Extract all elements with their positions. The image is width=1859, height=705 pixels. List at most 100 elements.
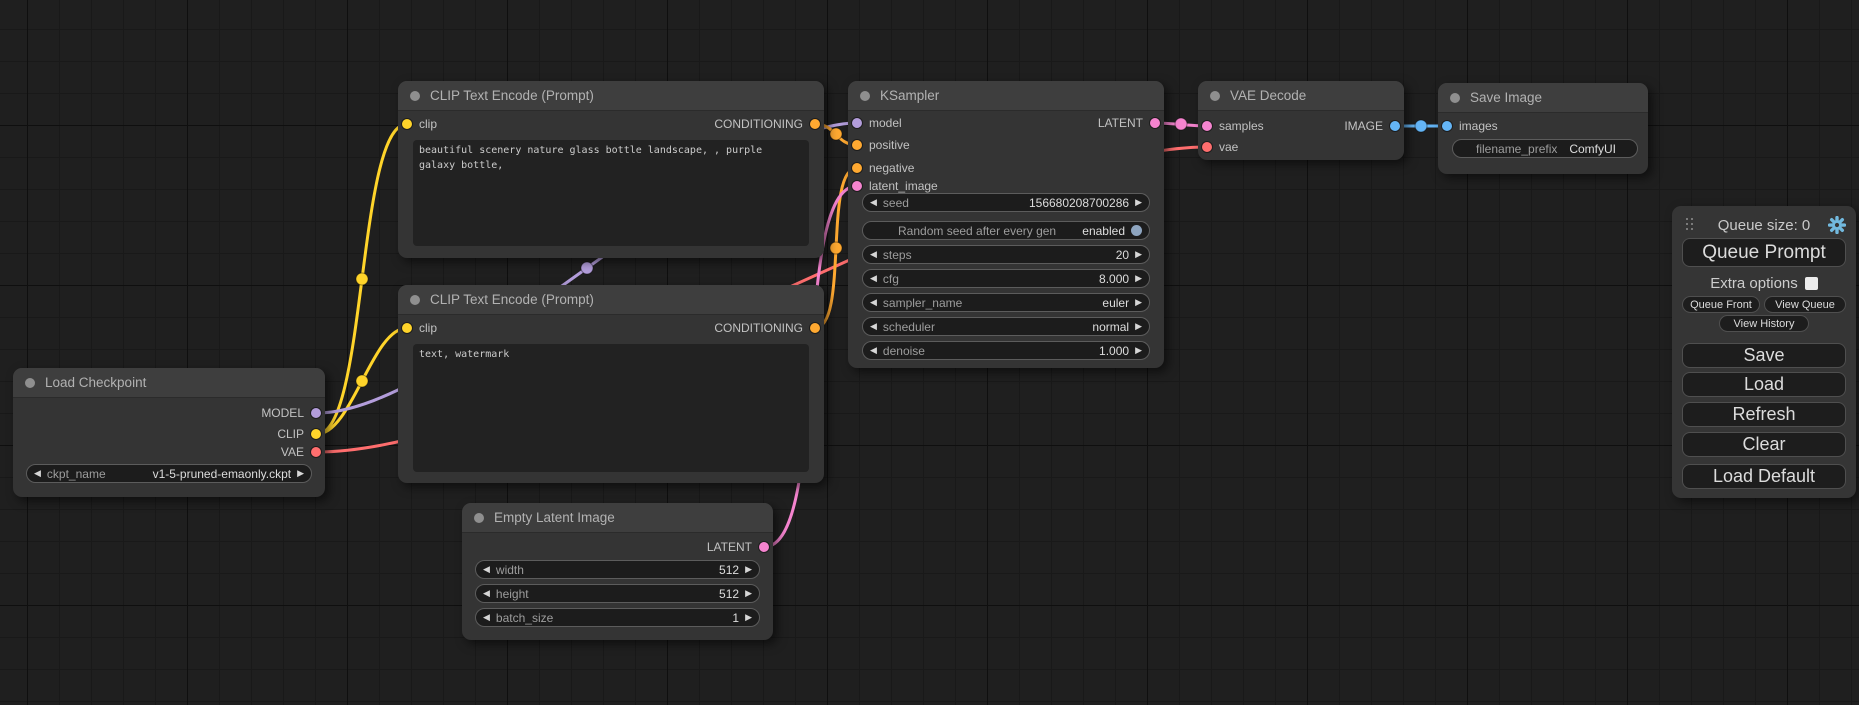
scheduler-widget[interactable]: scheduler normal — [862, 317, 1150, 336]
decrement-arrow-icon[interactable] — [870, 250, 877, 259]
node-vae-decode[interactable]: VAE Decode samples vae IMAGE — [1198, 81, 1404, 160]
collapse-dot-icon[interactable] — [860, 91, 870, 101]
model-output-port[interactable] — [311, 408, 321, 418]
decrement-arrow-icon[interactable] — [870, 298, 877, 307]
link-midpoint-dot — [1415, 120, 1427, 132]
decrement-arrow-icon[interactable] — [870, 346, 877, 355]
toggle-circle-icon[interactable] — [1131, 225, 1142, 236]
node-clip-text-encode-negative[interactable]: CLIP Text Encode (Prompt) clip CONDITION… — [398, 285, 824, 483]
node-save-image[interactable]: Save Image images filename_prefix ComfyU… — [1438, 83, 1648, 174]
increment-arrow-icon[interactable] — [745, 589, 752, 598]
node-clip-text-encode-positive[interactable]: CLIP Text Encode (Prompt) clip CONDITION… — [398, 81, 824, 258]
collapse-dot-icon[interactable] — [474, 513, 484, 523]
queue-front-button[interactable]: Queue Front — [1682, 296, 1760, 313]
images-input-port[interactable] — [1442, 121, 1452, 131]
input-slot-negative: negative — [852, 160, 914, 176]
slot-label: VAE — [281, 445, 304, 459]
slot-label: clip — [419, 321, 437, 335]
load-default-button[interactable]: Load Default — [1682, 464, 1846, 489]
increment-arrow-icon[interactable] — [745, 565, 752, 574]
node-title-bar[interactable]: Empty Latent Image — [462, 503, 773, 533]
decrement-arrow-icon[interactable] — [870, 198, 877, 207]
node-graph-canvas[interactable]: Load Checkpoint MODEL CLIP VAE ckpt_name… — [0, 0, 1859, 705]
increment-arrow-icon[interactable] — [1135, 298, 1142, 307]
input-slot-positive: positive — [852, 137, 910, 153]
decrement-arrow-icon[interactable] — [483, 613, 490, 622]
collapse-dot-icon[interactable] — [1210, 91, 1220, 101]
increment-arrow-icon[interactable] — [1135, 322, 1142, 331]
random-seed-toggle[interactable]: Random seed after every gen enabled — [862, 221, 1150, 240]
queue-prompt-button[interactable]: Queue Prompt — [1682, 238, 1846, 267]
collapse-dot-icon[interactable] — [1450, 93, 1460, 103]
clip-input-port[interactable] — [402, 119, 412, 129]
sampler-name-widget[interactable]: sampler_name euler — [862, 293, 1150, 312]
widget-value: v1-5-pruned-emaonly.ckpt — [153, 467, 292, 481]
output-slot-conditioning: CONDITIONING — [714, 320, 820, 336]
increment-arrow-icon[interactable] — [745, 613, 752, 622]
increment-arrow-icon[interactable] — [1135, 274, 1142, 283]
slot-label: latent_image — [869, 179, 938, 193]
cfg-widget[interactable]: cfg 8.000 — [862, 269, 1150, 288]
positive-input-port[interactable] — [852, 140, 862, 150]
widget-value: 156680208700286 — [1029, 196, 1129, 210]
node-ksampler[interactable]: KSampler model positive negative latent_… — [848, 81, 1164, 368]
decrement-arrow-icon[interactable] — [483, 589, 490, 598]
increment-arrow-icon[interactable] — [1135, 250, 1142, 259]
decrement-arrow-icon[interactable] — [483, 565, 490, 574]
node-title-bar[interactable]: Load Checkpoint — [13, 368, 325, 398]
clip-input-port[interactable] — [402, 323, 412, 333]
denoise-widget[interactable]: denoise 1.000 — [862, 341, 1150, 360]
settings-gear-icon[interactable] — [1828, 216, 1846, 239]
latent-output-port[interactable] — [1150, 118, 1160, 128]
node-title-bar[interactable]: Save Image — [1438, 83, 1648, 113]
increment-arrow-icon[interactable] — [1135, 346, 1142, 355]
width-widget[interactable]: width 512 — [475, 560, 760, 579]
node-title-bar[interactable]: CLIP Text Encode (Prompt) — [398, 81, 824, 111]
widget-label: steps — [883, 248, 912, 262]
seed-widget[interactable]: seed 156680208700286 — [862, 193, 1150, 212]
collapse-dot-icon[interactable] — [410, 295, 420, 305]
extra-options-checkbox[interactable] — [1805, 277, 1818, 290]
prompt-textarea[interactable]: text, watermark — [413, 344, 809, 472]
slot-label: LATENT — [1098, 116, 1143, 130]
conditioning-output-port[interactable] — [810, 119, 820, 129]
samples-input-port[interactable] — [1202, 121, 1212, 131]
prompt-textarea[interactable]: beautiful scenery nature glass bottle la… — [413, 140, 809, 246]
decrement-arrow-icon[interactable] — [870, 322, 877, 331]
ckpt-name-widget[interactable]: ckpt_name v1-5-pruned-emaonly.ckpt — [26, 464, 312, 483]
negative-input-port[interactable] — [852, 163, 862, 173]
drag-handle-icon[interactable] — [1686, 218, 1688, 220]
view-history-button[interactable]: View History — [1719, 315, 1809, 332]
collapse-dot-icon[interactable] — [25, 378, 35, 388]
vae-input-port[interactable] — [1202, 142, 1212, 152]
save-button[interactable]: Save — [1682, 343, 1846, 368]
refresh-button[interactable]: Refresh — [1682, 402, 1846, 427]
latent-image-input-port[interactable] — [852, 181, 862, 191]
increment-arrow-icon[interactable] — [297, 469, 304, 478]
batch-size-widget[interactable]: batch_size 1 — [475, 608, 760, 627]
model-input-port[interactable] — [852, 118, 862, 128]
node-title: CLIP Text Encode (Prompt) — [430, 88, 594, 103]
collapse-dot-icon[interactable] — [410, 91, 420, 101]
decrement-arrow-icon[interactable] — [870, 274, 877, 283]
image-output-port[interactable] — [1390, 121, 1400, 131]
view-queue-button[interactable]: View Queue — [1764, 296, 1846, 313]
increment-arrow-icon[interactable] — [1135, 198, 1142, 207]
clip-output-port[interactable] — [311, 429, 321, 439]
node-empty-latent-image[interactable]: Empty Latent Image LATENT width 512 heig… — [462, 503, 773, 640]
load-button[interactable]: Load — [1682, 372, 1846, 397]
clear-button[interactable]: Clear — [1682, 432, 1846, 457]
node-title-bar[interactable]: CLIP Text Encode (Prompt) — [398, 285, 824, 315]
filename-prefix-widget[interactable]: filename_prefix ComfyUI — [1452, 139, 1638, 158]
latent-output-port[interactable] — [759, 542, 769, 552]
conditioning-output-port[interactable] — [810, 323, 820, 333]
output-slot-vae: VAE — [281, 444, 321, 460]
steps-widget[interactable]: steps 20 — [862, 245, 1150, 264]
widget-label: width — [496, 563, 524, 577]
node-load-checkpoint[interactable]: Load Checkpoint MODEL CLIP VAE ckpt_name… — [13, 368, 325, 497]
node-title-bar[interactable]: VAE Decode — [1198, 81, 1404, 111]
vae-output-port[interactable] — [311, 447, 321, 457]
node-title-bar[interactable]: KSampler — [848, 81, 1164, 111]
height-widget[interactable]: height 512 — [475, 584, 760, 603]
decrement-arrow-icon[interactable] — [34, 469, 41, 478]
